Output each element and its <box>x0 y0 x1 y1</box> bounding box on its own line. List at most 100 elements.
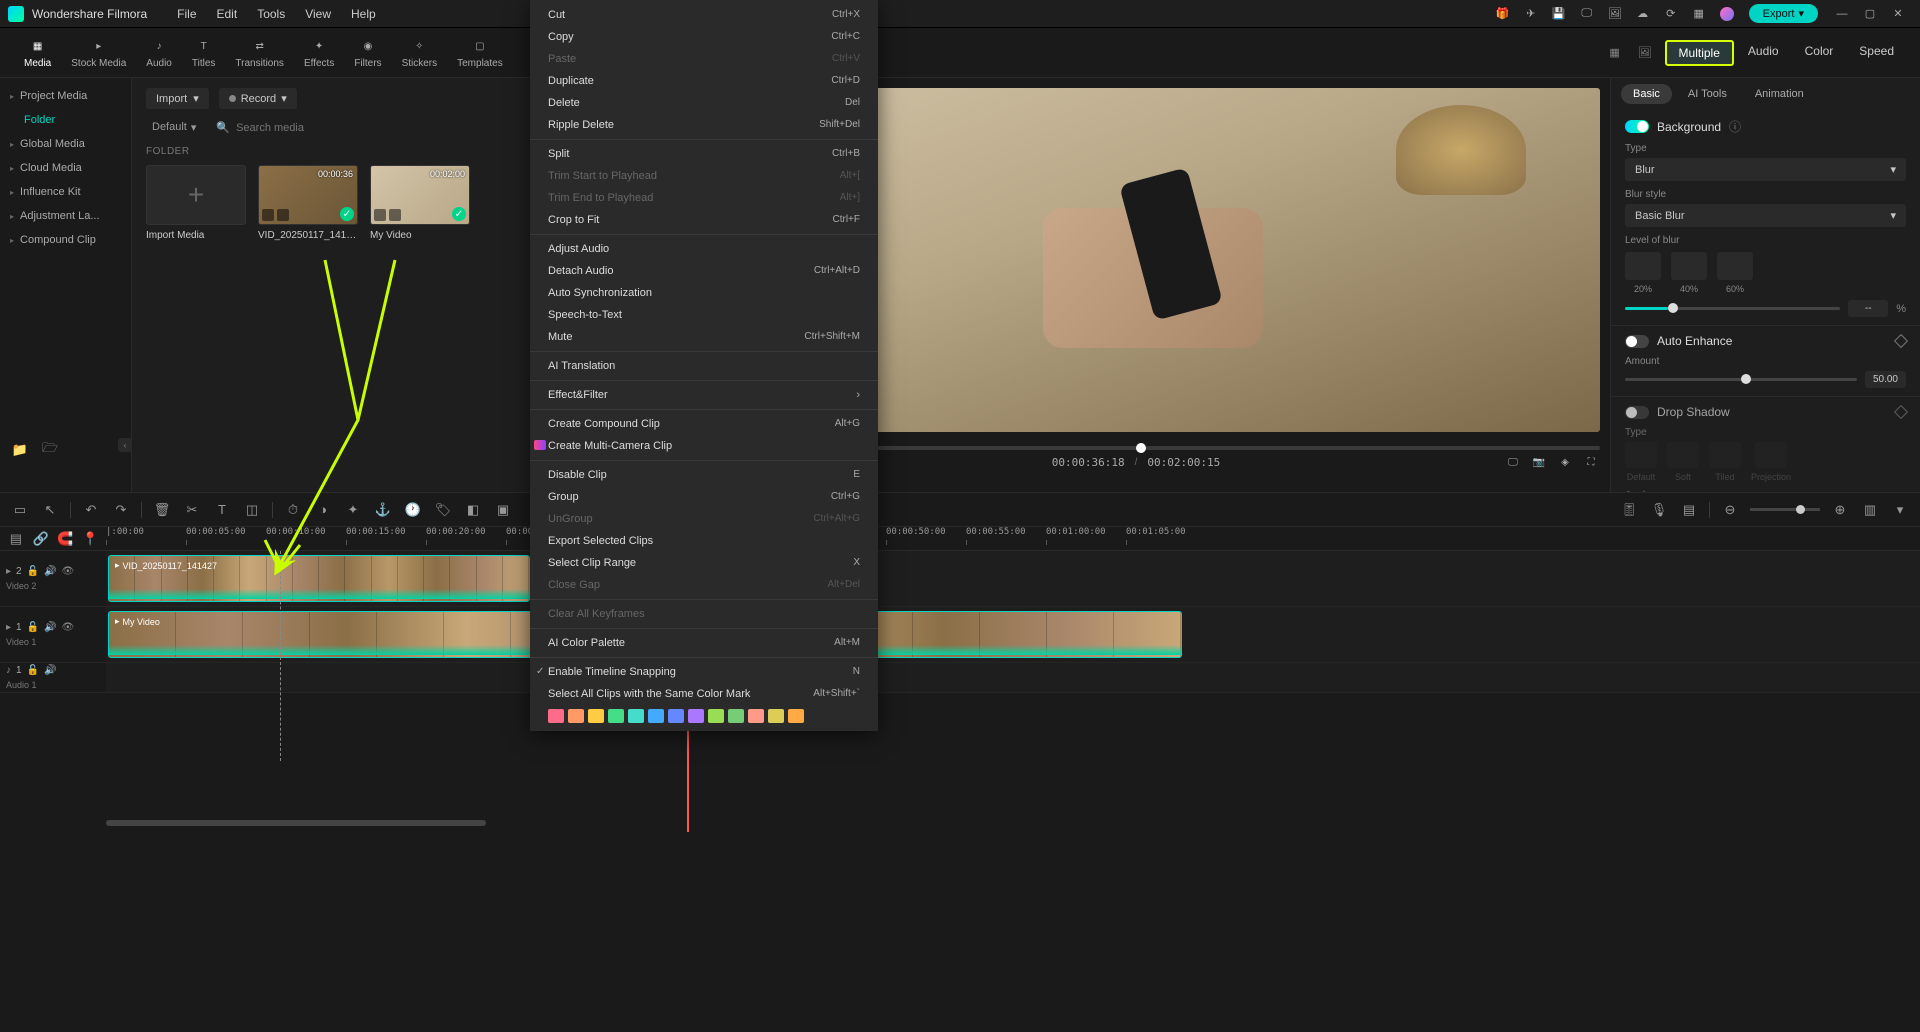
shadow-type[interactable]: Projection <box>1751 442 1791 482</box>
color-mark[interactable] <box>748 709 764 723</box>
media-clip[interactable]: 00:02:00 ✓ My Video <box>370 165 470 241</box>
mute-icon[interactable]: 🔊 <box>44 566 56 577</box>
mute-icon[interactable]: 🔊 <box>44 665 56 676</box>
track-magnet-icon[interactable]: 🧲 <box>56 529 76 549</box>
blur-level[interactable]: 60% <box>1717 252 1753 294</box>
speed-icon[interactable]: ⏱ <box>283 500 303 520</box>
minimize-icon[interactable]: — <box>1828 8 1856 20</box>
lock-icon[interactable]: 🔓 <box>27 622 39 633</box>
blur-slider[interactable] <box>1625 307 1840 310</box>
ctx-select-all-clips-with-the-same-color-mark[interactable]: Select All Clips with the Same Color Mar… <box>530 683 878 705</box>
tab-titles[interactable]: TTitles <box>182 32 226 73</box>
record-timeline-icon[interactable]: 🎙 <box>1649 500 1669 520</box>
bg-type-select[interactable]: Blur▾ <box>1625 158 1906 181</box>
effects-icon[interactable]: ✦ <box>343 500 363 520</box>
nav-project-media[interactable]: ▸Project Media <box>0 84 131 108</box>
save-icon[interactable]: 💾 <box>1547 2 1571 26</box>
image-icon[interactable]: 🖼 <box>1603 2 1627 26</box>
ctx-copy[interactable]: CopyCtrl+C <box>530 26 878 48</box>
menu-tools[interactable]: Tools <box>247 3 295 25</box>
background-toggle[interactable] <box>1625 120 1649 133</box>
track-marker-icon[interactable]: 📍 <box>80 529 100 549</box>
refresh-icon[interactable]: ⟳ <box>1659 2 1683 26</box>
tab-color[interactable]: Color <box>1793 40 1846 66</box>
quality-icon[interactable]: ◈ <box>1556 453 1574 471</box>
tab-effects[interactable]: ✦Effects <box>294 32 344 73</box>
nav-folder[interactable]: Folder <box>0 108 131 132</box>
crop-icon[interactable]: ◫ <box>242 500 262 520</box>
text-icon[interactable]: T <box>212 500 232 520</box>
ctx-speech-to-text[interactable]: Speech-to-Text <box>530 304 878 326</box>
zoom-slider[interactable] <box>1750 508 1820 511</box>
color-mark[interactable] <box>788 709 804 723</box>
ctx-cut[interactable]: CutCtrl+X <box>530 4 878 26</box>
tab-filters[interactable]: ◉Filters <box>344 32 391 73</box>
blur-style-select[interactable]: Basic Blur▾ <box>1625 204 1906 227</box>
tab-audio[interactable]: ♪Audio <box>136 32 182 73</box>
nav-influence-kit[interactable]: ▸Influence Kit <box>0 180 131 204</box>
tab-multiple[interactable]: Multiple <box>1665 40 1734 66</box>
folder-new-icon[interactable]: 📁 <box>10 440 30 460</box>
tab-audio[interactable]: Audio <box>1736 40 1791 66</box>
ctx-mute[interactable]: MuteCtrl+Shift+M <box>530 326 878 348</box>
snapshot-icon[interactable]: 📷 <box>1530 453 1548 471</box>
keyframe-icon[interactable] <box>1894 334 1908 348</box>
display-icon[interactable]: 🖵 <box>1575 2 1599 26</box>
amount-slider[interactable] <box>1625 378 1857 381</box>
ruler[interactable]: |:00:0000:00:05:0000:00:10:0000:00:15:00… <box>106 527 1920 550</box>
track-layout-icon[interactable]: ▤ <box>6 529 26 549</box>
shadow-type[interactable]: Tiled <box>1709 442 1741 482</box>
ctx-duplicate[interactable]: DuplicateCtrl+D <box>530 70 878 92</box>
export-button[interactable]: Export▾ <box>1749 4 1818 23</box>
ctx-group[interactable]: GroupCtrl+G <box>530 486 878 508</box>
tab-speed[interactable]: Speed <box>1847 40 1906 66</box>
drop-shadow-toggle[interactable] <box>1625 406 1649 419</box>
zoom-out-icon[interactable]: ⊖ <box>1720 500 1740 520</box>
ctx-ai-translation[interactable]: AI Translation <box>530 355 878 377</box>
ctx-enable-timeline-snapping[interactable]: Enable Timeline SnappingN <box>530 661 878 683</box>
send-icon[interactable]: ✈ <box>1519 2 1543 26</box>
anchor-icon[interactable]: ⚓ <box>373 500 393 520</box>
options-icon[interactable]: ▾ <box>1890 500 1910 520</box>
tab-templates[interactable]: ▢Templates <box>447 32 513 73</box>
collapse-nav-icon[interactable]: ‹ <box>118 438 132 452</box>
mute-icon[interactable]: 🔊 <box>44 622 56 633</box>
delete-icon[interactable]: 🗑 <box>152 500 172 520</box>
ctx-effect-filter[interactable]: Effect&Filter <box>530 384 878 406</box>
lock-icon[interactable]: 🔓 <box>27 566 39 577</box>
ctx-detach-audio[interactable]: Detach AudioCtrl+Alt+D <box>530 260 878 282</box>
ctx-select-clip-range[interactable]: Select Clip RangeX <box>530 552 878 574</box>
ctx-disable-clip[interactable]: Disable ClipE <box>530 464 878 486</box>
apps-icon[interactable]: ▦ <box>1687 2 1711 26</box>
mixer-icon[interactable]: 🎚 <box>1619 500 1639 520</box>
fit-icon[interactable]: ▥ <box>1860 500 1880 520</box>
ctx-adjust-audio[interactable]: Adjust Audio <box>530 238 878 260</box>
timeline-scrollbar[interactable] <box>106 820 1910 828</box>
record-dropdown[interactable]: Record▾ <box>219 88 297 109</box>
shadow-type[interactable]: Soft <box>1667 442 1699 482</box>
tab-stickers[interactable]: ✧Stickers <box>392 32 448 73</box>
ctx-create-multi-camera-clip[interactable]: Create Multi-Camera Clip <box>530 435 878 457</box>
color-mark[interactable] <box>708 709 724 723</box>
maximize-icon[interactable]: ▢ <box>1856 7 1884 20</box>
ctx-create-compound-clip[interactable]: Create Compound ClipAlt+G <box>530 413 878 435</box>
color-mark[interactable] <box>728 709 744 723</box>
menu-edit[interactable]: Edit <box>207 3 248 25</box>
zoom-in-icon[interactable]: ⊕ <box>1830 500 1850 520</box>
blend-icon[interactable]: ◑ <box>313 500 333 520</box>
color-mark[interactable] <box>668 709 684 723</box>
folder-open-icon[interactable]: 🗁 <box>40 440 60 460</box>
eye-icon[interactable]: 👁 <box>62 566 75 577</box>
tab-transitions[interactable]: ⇄Transitions <box>225 32 294 73</box>
color-mark[interactable] <box>768 709 784 723</box>
image-view-icon[interactable]: 🖼 <box>1635 43 1655 63</box>
blur-level[interactable]: 20% <box>1625 252 1661 294</box>
timeline-clip[interactable]: ▸VID_20250117_141427 <box>108 555 530 602</box>
mask-icon[interactable]: ◧ <box>463 500 483 520</box>
redo-icon[interactable]: ↷ <box>111 500 131 520</box>
menu-view[interactable]: View <box>295 3 341 25</box>
tab-media[interactable]: ▦Media <box>14 32 61 73</box>
ctx-ai-color-palette[interactable]: AI Color PaletteAlt+M <box>530 632 878 654</box>
nav-cloud-media[interactable]: ▸Cloud Media <box>0 156 131 180</box>
layout-icon[interactable]: ▤ <box>1679 500 1699 520</box>
